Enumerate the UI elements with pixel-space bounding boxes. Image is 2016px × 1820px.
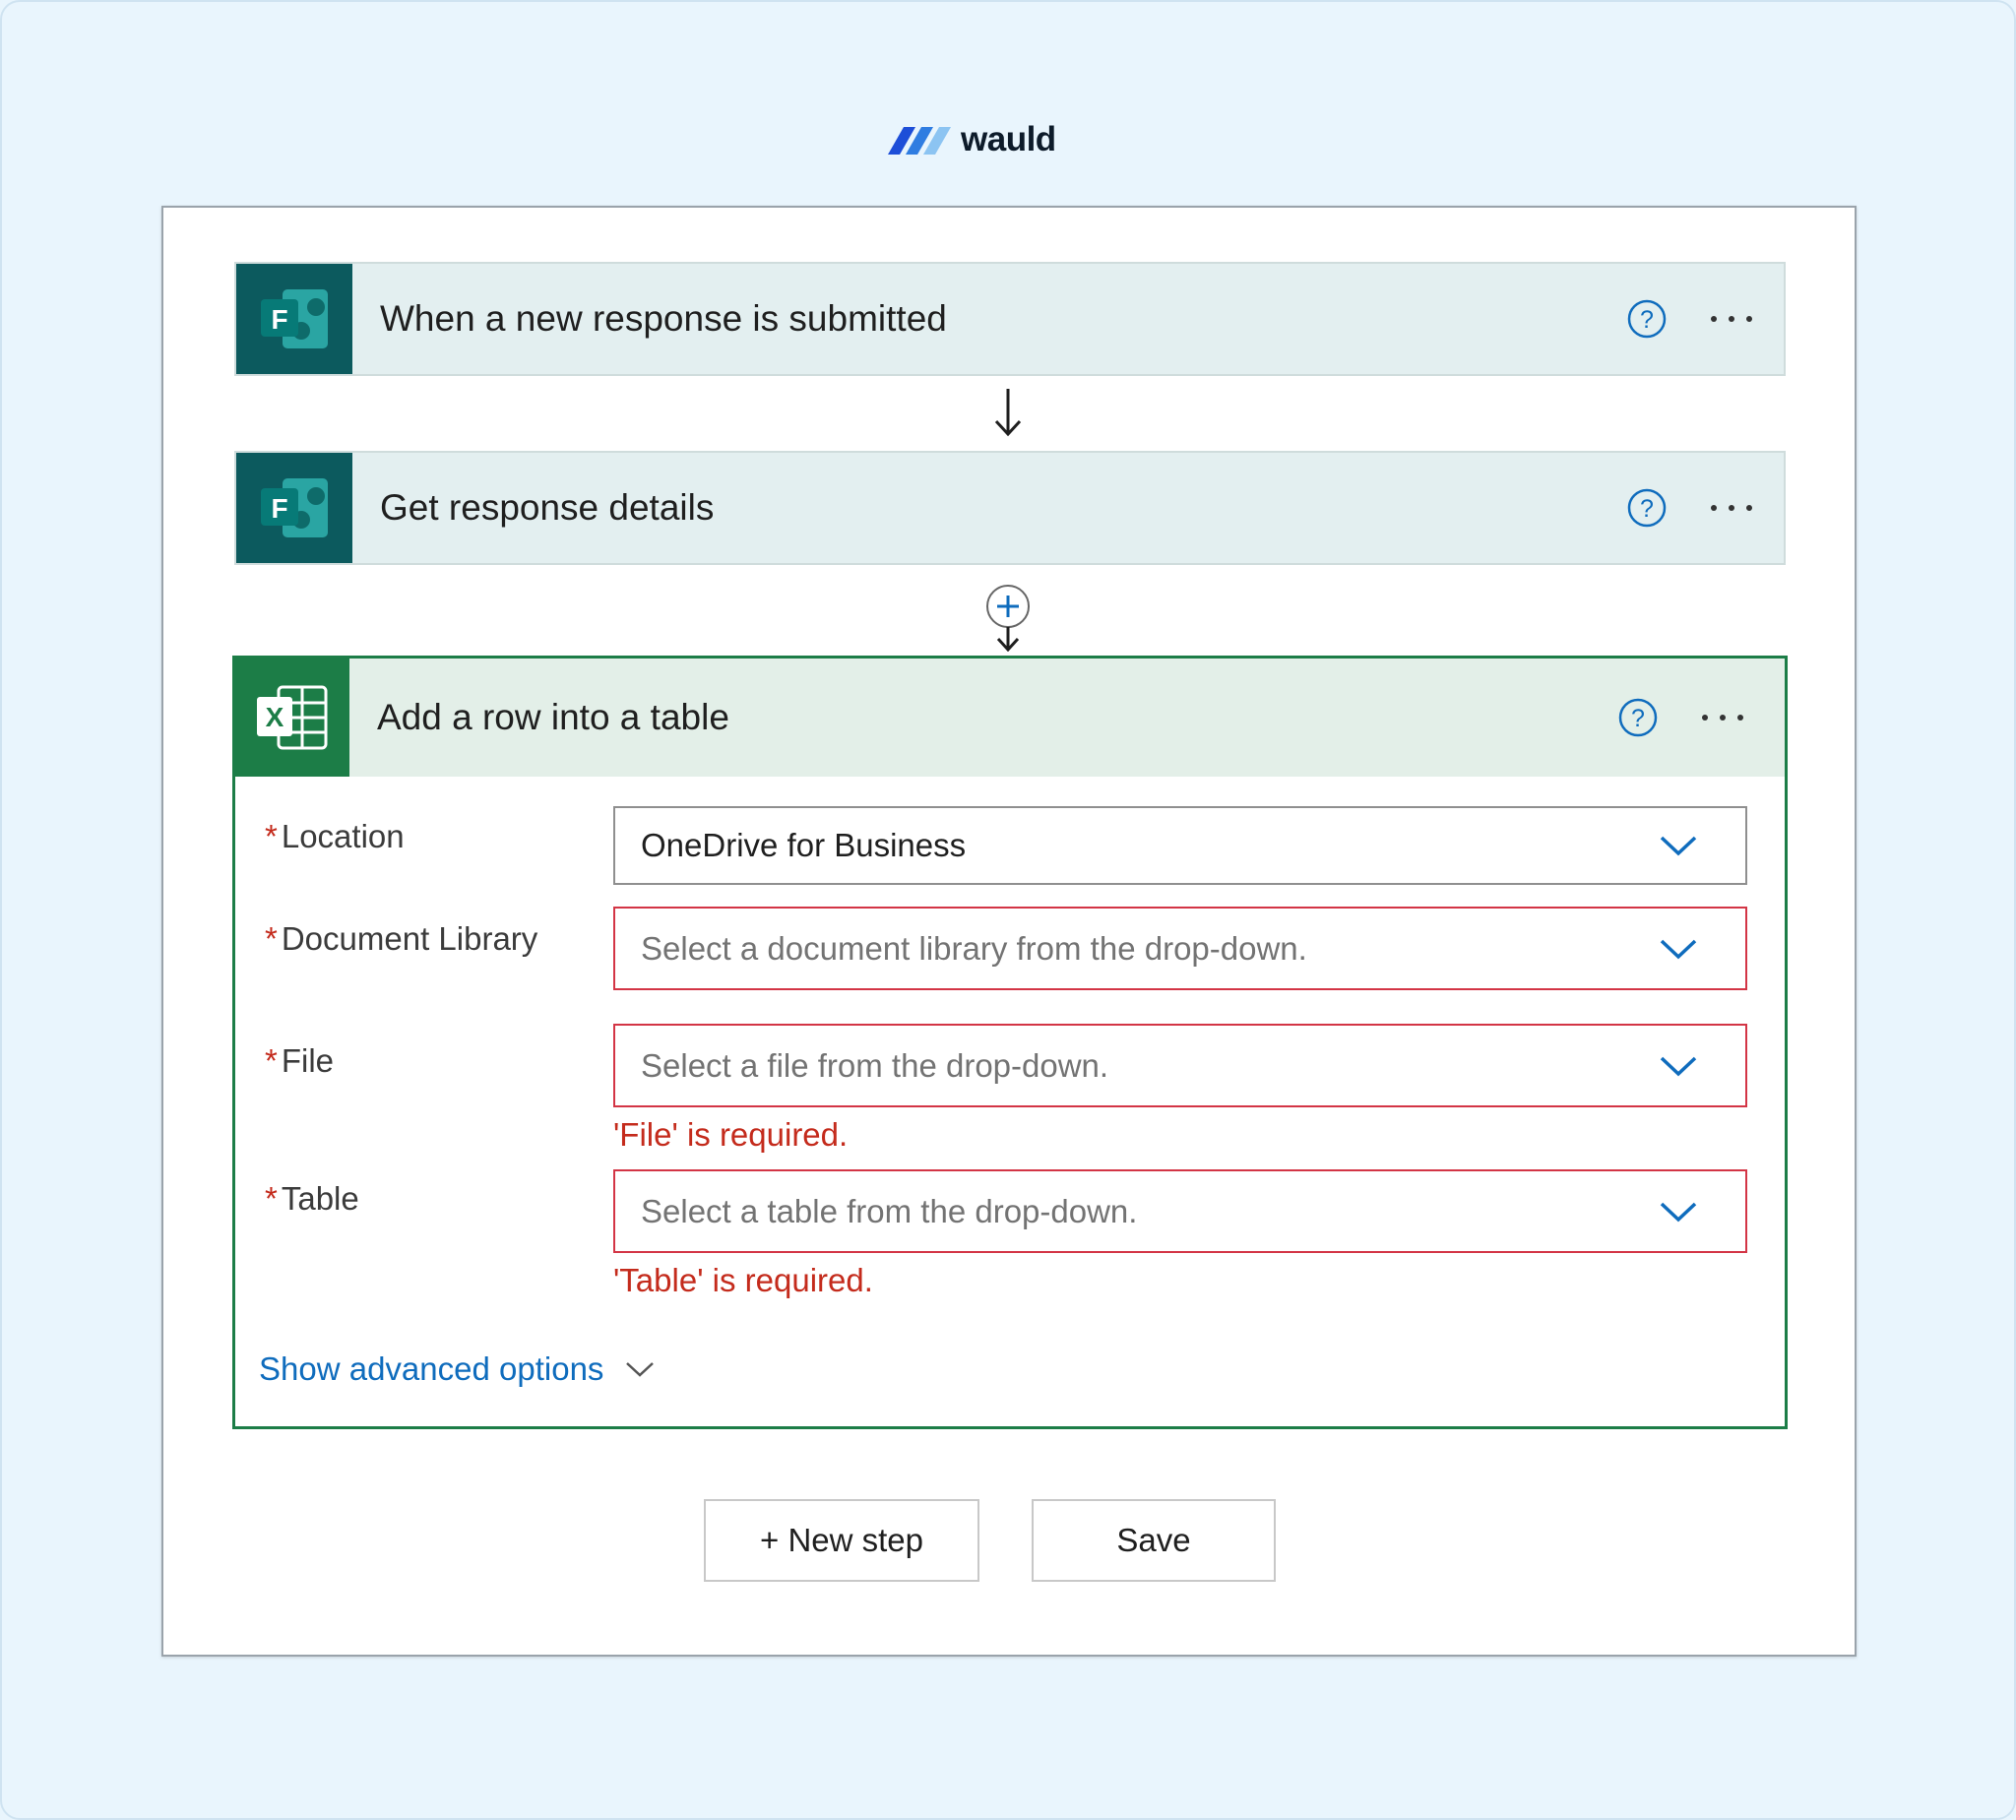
- location-label-text: Location: [281, 818, 405, 854]
- add-row-card: X Add a row into a table ? * Location One…: [232, 656, 1788, 1429]
- flow-canvas: F When a new response is submitted ? F G…: [161, 206, 1857, 1657]
- required-marker: *: [265, 1042, 278, 1079]
- arrow-down-icon: [994, 389, 1022, 437]
- location-dropdown[interactable]: OneDrive for Business: [613, 806, 1747, 885]
- file-error-message: 'File' is required.: [613, 1116, 849, 1153]
- new-step-button[interactable]: + New step: [704, 1499, 979, 1582]
- help-icon[interactable]: ?: [1626, 298, 1668, 340]
- add-row-card-header[interactable]: X Add a row into a table ?: [235, 659, 1785, 777]
- chevron-down-icon: [1660, 1202, 1697, 1222]
- svg-text:?: ?: [1631, 705, 1645, 732]
- table-placeholder: Select a table from the drop-down.: [641, 1192, 1138, 1229]
- excel-icon: X: [235, 659, 349, 777]
- chevron-down-icon: [1660, 1056, 1697, 1076]
- help-icon[interactable]: ?: [1617, 697, 1659, 738]
- action-title: Add a row into a table: [377, 697, 729, 737]
- microsoft-forms-icon: F: [236, 264, 352, 374]
- more-options-icon[interactable]: [1709, 314, 1754, 324]
- location-value: OneDrive for Business: [641, 827, 967, 863]
- svg-text:?: ?: [1640, 306, 1654, 334]
- required-marker: *: [265, 818, 278, 854]
- wauld-logo-icon: [888, 127, 951, 155]
- get-response-card[interactable]: F Get response details ?: [234, 451, 1786, 565]
- required-marker: *: [265, 920, 278, 957]
- table-error-message: 'Table' is required.: [613, 1262, 873, 1298]
- trigger-card[interactable]: F When a new response is submitted ?: [234, 262, 1786, 376]
- step-title: Get response details: [380, 487, 715, 528]
- step-title: When a new response is submitted: [380, 298, 947, 339]
- more-options-icon[interactable]: [1700, 713, 1745, 722]
- more-options-icon[interactable]: [1709, 503, 1754, 513]
- file-placeholder: Select a file from the drop-down.: [641, 1046, 1109, 1084]
- svg-text:F: F: [271, 493, 287, 524]
- table-label-text: Table: [281, 1180, 359, 1217]
- location-label: * Location: [265, 818, 405, 855]
- chevron-down-icon: [626, 1362, 655, 1377]
- svg-text:?: ?: [1640, 495, 1654, 523]
- microsoft-forms-icon: F: [236, 453, 352, 563]
- save-button[interactable]: Save: [1032, 1499, 1276, 1582]
- chevron-down-icon: [1660, 836, 1697, 856]
- document-library-label-text: Document Library: [281, 920, 538, 957]
- document-library-dropdown[interactable]: Select a document library from the drop-…: [613, 907, 1747, 990]
- file-label: * File: [265, 1042, 334, 1080]
- chevron-down-icon: [1660, 939, 1697, 959]
- add-step-button[interactable]: [983, 583, 1033, 630]
- file-label-text: File: [281, 1042, 335, 1079]
- show-advanced-options-link[interactable]: Show advanced options: [259, 1350, 655, 1388]
- svg-text:F: F: [271, 304, 287, 335]
- show-advanced-options-label: Show advanced options: [259, 1350, 604, 1387]
- table-dropdown[interactable]: Select a table from the drop-down.: [613, 1169, 1747, 1253]
- brand-logo: wauld: [886, 115, 1056, 164]
- file-dropdown[interactable]: Select a file from the drop-down.: [613, 1024, 1747, 1107]
- document-library-placeholder: Select a document library from the drop-…: [641, 929, 1307, 967]
- svg-text:X: X: [266, 702, 284, 732]
- required-marker: *: [265, 1180, 278, 1217]
- brand-name: wauld: [961, 120, 1056, 158]
- table-label: * Table: [265, 1180, 359, 1218]
- help-icon[interactable]: ?: [1626, 487, 1668, 529]
- document-library-label: * Document Library: [265, 920, 537, 958]
